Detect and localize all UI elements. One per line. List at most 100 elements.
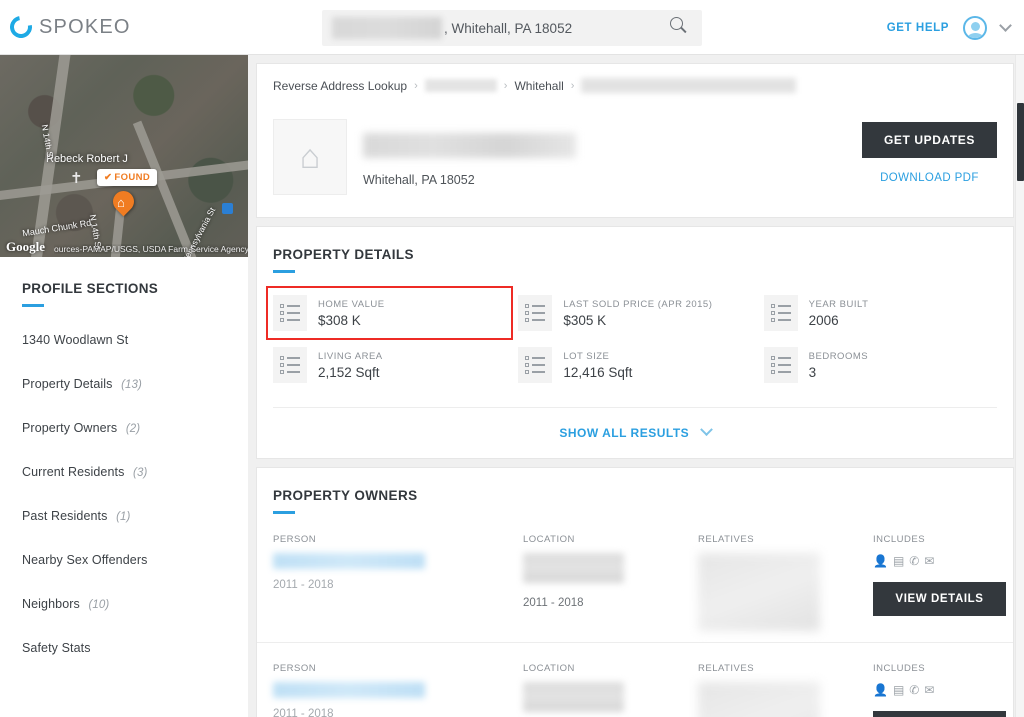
detail-living-area[interactable]: LIVING AREA 2,152 Sqft: [267, 339, 512, 391]
owner-location-cell: LOCATION 2011 - 2018: [523, 534, 698, 642]
sidebar-item-count: (1): [116, 511, 131, 523]
view-details-button[interactable]: VIEW DETAILS: [873, 711, 1006, 717]
breadcrumb-redacted-address[interactable]: [581, 78, 797, 93]
owner-row: PERSON 2011 - 2018 LOCATION 2011 - 2018 …: [257, 642, 1013, 717]
detail-value: 2,152 Sqft: [318, 364, 380, 380]
property-address-redacted: [363, 133, 576, 158]
scrollbar-thumb[interactable]: [1017, 103, 1024, 181]
sidebar-item-safety-stats[interactable]: Safety Stats: [22, 641, 248, 655]
chevron-down-icon[interactable]: [999, 18, 1012, 32]
map-attribution: ources-PAMAP/USGS, USDA Farm Service Age…: [54, 244, 248, 254]
owner-includes-cell: INCLUDES 👤 ▤ ✆ ✉ VIEW DETAILS: [873, 663, 1006, 717]
owner-person-years: 2011 - 2018: [273, 708, 334, 717]
spokeo-logo-icon: [5, 11, 37, 43]
bus-stop-icon: [222, 203, 233, 214]
sidebar-item-count: (13): [121, 379, 142, 391]
sidebar-item-past-residents[interactable]: Past Residents (1): [22, 509, 248, 523]
found-badge-label: FOUND: [114, 172, 151, 183]
get-help-link[interactable]: GET HELP: [887, 22, 949, 34]
get-updates-button[interactable]: GET UPDATES: [861, 122, 997, 158]
breadcrumb-city[interactable]: Whitehall: [514, 79, 563, 93]
breadcrumb-redacted-county[interactable]: [424, 79, 497, 92]
property-owners-card: PROPERTY OWNERS PERSON 2011 - 2018 LOCAT…: [256, 467, 1014, 717]
includes-icon-group: 👤 ▤ ✆ ✉: [873, 554, 1006, 568]
owner-location-redacted: [523, 553, 624, 583]
sidebar-item-count: (3): [133, 467, 148, 479]
download-pdf-link[interactable]: DOWNLOAD PDF: [862, 172, 997, 184]
property-thumbnail: ⌂: [273, 119, 347, 195]
search-input[interactable]: , Whitehall, PA 18052: [444, 21, 572, 36]
house-icon: ⌂: [299, 138, 321, 176]
sidebar-item-nearby-sex-offenders[interactable]: Nearby Sex Offenders: [22, 553, 248, 567]
main-content: Reverse Address Lookup › › Whitehall › ⌂…: [248, 55, 1024, 717]
sidebar-item-address[interactable]: 1340 Woodlawn St: [22, 333, 248, 347]
property-details-title: PROPERTY DETAILS: [273, 247, 414, 262]
view-details-button[interactable]: VIEW DETAILS: [873, 582, 1006, 616]
list-icon: [763, 347, 798, 383]
person-photo-icon: 👤: [873, 683, 888, 697]
detail-bedrooms[interactable]: BEDROOMS 3: [758, 339, 1003, 391]
spokeo-logo[interactable]: SPOKEO: [0, 11, 300, 43]
map-marker-icon[interactable]: [108, 186, 139, 217]
owner-name-redacted[interactable]: [273, 553, 425, 569]
detail-value: 2006: [808, 312, 839, 328]
property-details-grid: HOME VALUE $308 K LAST SOLD PRICE (APR 2…: [257, 273, 1013, 391]
sidebar-item-label: Current Residents: [22, 465, 125, 479]
page-scrollbar[interactable]: [1015, 55, 1024, 717]
sidebar: Rebeck Robert J ✝ ✔FOUND N 14th St N 14t…: [0, 55, 248, 717]
detail-value: $305 K: [563, 312, 607, 328]
avatar-icon[interactable]: [963, 15, 987, 40]
show-all-results-row: SHOW ALL RESULTS: [273, 407, 997, 458]
email-icon: ✉: [924, 554, 935, 568]
breadcrumb-root[interactable]: Reverse Address Lookup: [273, 79, 407, 93]
owner-name-redacted[interactable]: [273, 682, 425, 698]
column-header-relatives: RELATIVES: [698, 663, 755, 674]
sidebar-item-label: Neighbors: [22, 597, 80, 611]
owner-person-cell: PERSON 2011 - 2018: [273, 534, 523, 642]
id-card-icon: ▤: [892, 554, 905, 568]
property-header-actions: GET UPDATES DOWNLOAD PDF: [861, 122, 997, 184]
list-icon: [518, 295, 553, 331]
column-header-person: PERSON: [273, 663, 317, 674]
show-all-results-button[interactable]: SHOW ALL RESULTS: [559, 426, 689, 440]
site-header: SPOKEO , Whitehall, PA 18052 GET HELP: [0, 0, 1024, 55]
profile-sections-nav: PROFILE SECTIONS 1340 Woodlawn St Proper…: [0, 257, 248, 655]
sidebar-item-neighbors[interactable]: Neighbors (10): [22, 597, 248, 611]
includes-icon-group: 👤 ▤ ✆ ✉: [873, 683, 1006, 697]
detail-home-value[interactable]: HOME VALUE $308 K: [265, 286, 514, 340]
sidebar-item-count: (10): [88, 599, 110, 611]
sidebar-item-property-owners[interactable]: Property Owners (2): [22, 421, 248, 435]
church-icon: ✝: [70, 170, 83, 187]
detail-label: BEDROOMS: [808, 350, 869, 362]
section-underline: [22, 304, 44, 307]
breadcrumb: Reverse Address Lookup › › Whitehall ›: [257, 64, 1013, 105]
property-city-state-zip: Whitehall, PA 18052: [363, 173, 475, 187]
list-icon: [273, 347, 307, 383]
google-logo: Google: [6, 239, 45, 254]
email-icon: ✉: [924, 683, 935, 697]
detail-label: LOT SIZE: [563, 350, 610, 362]
chevron-down-icon[interactable]: [699, 423, 713, 437]
map-thumbnail[interactable]: Rebeck Robert J ✝ ✔FOUND N 14th St N 14t…: [0, 55, 248, 257]
owner-relatives-cell: RELATIVES: [698, 663, 873, 717]
search-icon[interactable]: [670, 17, 692, 39]
detail-year-built[interactable]: YEAR BUILT 2006: [758, 287, 1003, 339]
sidebar-item-property-details[interactable]: Property Details (13): [22, 377, 248, 391]
detail-label: LAST SOLD PRICE (APR 2015): [563, 298, 713, 310]
owner-location-cell: LOCATION 2011 - 2018: [523, 663, 698, 717]
column-header-location: LOCATION: [523, 663, 575, 674]
detail-last-sold-price[interactable]: LAST SOLD PRICE (APR 2015) $305 K: [512, 287, 757, 339]
column-header-location: LOCATION: [523, 534, 575, 545]
map-road-label: Mauch Chunk Rd: [21, 217, 92, 239]
page-body: Rebeck Robert J ✝ ✔FOUND N 14th St N 14t…: [0, 55, 1024, 717]
search-bar[interactable]: , Whitehall, PA 18052: [322, 10, 702, 46]
property-address-block: Whitehall, PA 18052: [363, 119, 576, 195]
detail-lot-size[interactable]: LOT SIZE 12,416 Sqft: [512, 339, 757, 391]
list-icon: [763, 295, 798, 331]
property-owners-title: PROPERTY OWNERS: [273, 488, 418, 503]
view-details-wrap: VIEW DETAILS: [873, 711, 1006, 717]
search-redacted-text: [332, 17, 442, 39]
property-summary: ⌂ Whitehall, PA 18052 GET UPDATES DOWNLO…: [257, 105, 1013, 217]
person-photo-icon: 👤: [873, 554, 888, 568]
sidebar-item-current-residents[interactable]: Current Residents (3): [22, 465, 248, 479]
